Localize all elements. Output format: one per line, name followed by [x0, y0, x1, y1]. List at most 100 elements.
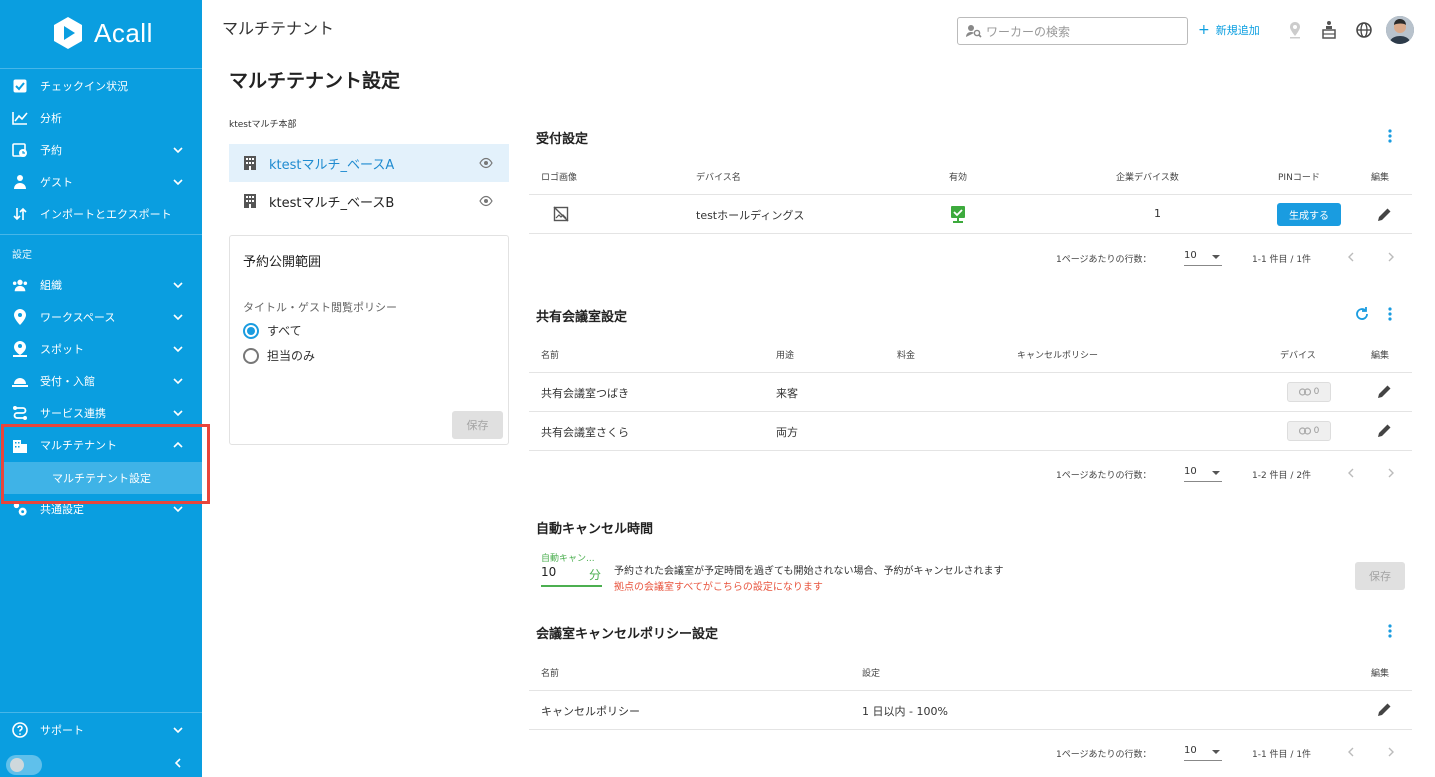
generate-pin-button[interactable]: 生成する — [1277, 203, 1341, 226]
base-item-b[interactable]: ktestマルチ_ベースB — [229, 182, 509, 220]
theme-toggle[interactable] — [6, 755, 42, 775]
eye-icon[interactable] — [479, 157, 493, 169]
device-link-chip[interactable]: 0 — [1287, 421, 1331, 441]
divider — [0, 712, 202, 713]
edit-pencil-icon[interactable] — [1377, 207, 1392, 222]
chevron-left-icon[interactable] — [1346, 468, 1356, 478]
divider — [529, 233, 1412, 234]
company-devices-cell: 1 — [1154, 207, 1161, 220]
sidebar-item-reservation[interactable]: 予約 — [0, 134, 202, 166]
add-new-button[interactable]: + 新規追加 — [1198, 22, 1260, 38]
publication-scope-card: 予約公開範囲 タイトル・ゲスト閲覧ポリシー すべて 担当のみ 保存 — [229, 235, 509, 445]
room-name-cell: 共有会議室さくら — [541, 426, 629, 439]
column-header: 料金 — [897, 351, 916, 361]
base-name: ktestマルチ_ベースB — [269, 195, 395, 211]
column-header: 編集 — [1371, 351, 1390, 361]
column-header: 名前 — [541, 351, 560, 361]
chevron-left-icon[interactable] — [1346, 252, 1356, 262]
sidebar-item-label: 組織 — [40, 279, 62, 292]
chevron-right-icon[interactable] — [1386, 747, 1396, 757]
chevron-right-icon[interactable] — [1386, 468, 1396, 478]
sidebar-item-analytics[interactable]: 分析 — [0, 102, 202, 134]
radio-label: 担当のみ — [267, 349, 316, 363]
divider — [0, 68, 202, 69]
sidebar-item-label: スポット — [40, 343, 84, 356]
refresh-icon[interactable] — [1354, 306, 1370, 322]
chevron-down-icon — [173, 179, 183, 186]
sidebar-item-checkin-status[interactable]: チェックイン状況 — [0, 70, 202, 102]
sidebar-item-label: サポート — [40, 724, 84, 737]
column-header: 設定 — [862, 669, 881, 679]
sidebar-item-workspace[interactable]: ワークスペース — [0, 301, 202, 333]
rows-per-page-select[interactable]: 10 — [1184, 464, 1222, 482]
reception-desk-icon[interactable] — [1319, 20, 1339, 40]
device-link-chip[interactable]: 0 — [1287, 382, 1331, 402]
chevron-down-icon — [173, 314, 183, 321]
guest-icon — [12, 174, 28, 190]
divider — [529, 450, 1412, 451]
sidebar-item-support[interactable]: サポート — [0, 714, 202, 746]
column-header: 企業デバイス数 — [1116, 173, 1179, 183]
column-header: 名前 — [541, 669, 560, 679]
user-avatar[interactable] — [1386, 16, 1414, 44]
column-header: 用途 — [776, 351, 795, 361]
edit-pencil-icon[interactable] — [1377, 423, 1392, 438]
help-circle-icon — [12, 722, 28, 738]
settings-section-label: 設定 — [12, 250, 32, 261]
sidebar-item-import-export[interactable]: インポートとエクスポート — [0, 198, 202, 230]
radio-assigned-only[interactable]: 担当のみ — [243, 347, 315, 364]
divider — [529, 194, 1412, 195]
chevron-left-icon[interactable] — [1346, 747, 1356, 757]
add-new-label: 新規追加 — [1215, 24, 1260, 37]
edit-pencil-icon[interactable] — [1377, 702, 1392, 717]
sidebar-item-label: インポートとエクスポート — [40, 208, 172, 221]
radio-selected-icon — [243, 322, 259, 339]
auto-cancel-save-button[interactable]: 保存 — [1355, 562, 1405, 590]
more-vert-icon[interactable] — [1388, 129, 1392, 143]
publication-save-button[interactable]: 保存 — [452, 411, 503, 439]
edit-pencil-icon[interactable] — [1377, 384, 1392, 399]
more-vert-icon[interactable] — [1388, 307, 1392, 321]
sidebar-item-label: ワークスペース — [40, 311, 116, 324]
chevron-down-icon — [173, 346, 183, 353]
chevron-down-icon — [173, 147, 183, 154]
sidebar-item-reception[interactable]: 受付・入館 — [0, 365, 202, 397]
divider — [529, 372, 1412, 373]
search-placeholder: ワーカーの検索 — [986, 24, 1071, 39]
radio-all[interactable]: すべて — [243, 322, 302, 339]
app-logo[interactable]: Acall — [50, 15, 153, 51]
radio-unselected-icon — [243, 347, 259, 364]
rows-per-page-label: 1ページあたりの行数： — [1056, 750, 1152, 760]
cancel-policy-section-title: 会議室キャンセルポリシー設定 — [536, 627, 719, 642]
sidebar-item-spot[interactable]: スポット — [0, 333, 202, 365]
publication-title: 予約公開範囲 — [243, 255, 322, 270]
sidebar-item-organization[interactable]: 組織 — [0, 269, 202, 301]
org-name: ktestマルチ本部 — [229, 120, 297, 130]
link-icon — [1298, 427, 1311, 435]
base-item-a[interactable]: ktestマルチ_ベースA — [229, 144, 509, 182]
column-header: キャンセルポリシー — [1017, 351, 1099, 361]
auto-cancel-warning: 拠点の会議室すべてがこちらの設定になります — [614, 582, 823, 593]
worker-search-input[interactable]: ワーカーの検索 — [957, 17, 1188, 45]
globe-icon[interactable] — [1354, 20, 1374, 40]
more-vert-icon[interactable] — [1388, 624, 1392, 638]
auto-cancel-field-label: 自動キャン... — [541, 554, 595, 564]
rows-per-page-select[interactable]: 10 — [1184, 248, 1222, 266]
chevron-down-icon — [173, 727, 183, 734]
column-header: 有効 — [949, 173, 968, 183]
highlight-annotation — [1, 424, 210, 504]
chevron-right-icon[interactable] — [1386, 252, 1396, 262]
sidebar-item-guest[interactable]: ゲスト — [0, 166, 202, 198]
person-pin-icon[interactable] — [1285, 20, 1305, 40]
sidebar-item-label: ゲスト — [40, 176, 73, 189]
page-range: 1-2 件目 / 2件 — [1252, 471, 1312, 481]
policy-setting-cell: 1 日以内 - 100% — [862, 705, 948, 718]
rows-per-page-select[interactable]: 10 — [1184, 743, 1222, 761]
eye-icon[interactable] — [479, 195, 493, 207]
acall-logo-icon — [54, 17, 82, 49]
chevron-left-icon[interactable] — [172, 757, 184, 769]
column-header: デバイス — [1280, 351, 1316, 361]
room-use-cell: 来客 — [776, 387, 798, 400]
chevron-down-icon — [173, 506, 183, 513]
sidebar-item-label: 分析 — [40, 112, 62, 125]
